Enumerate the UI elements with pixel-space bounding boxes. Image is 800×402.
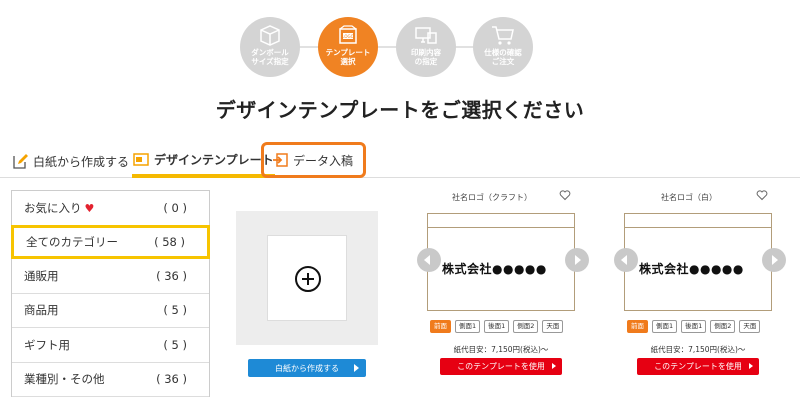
category-mail-order[interactable]: 通販用 ( 36 ) (12, 259, 209, 294)
face-chip[interactable]: 天面 (739, 320, 761, 333)
heart-outline-icon[interactable] (559, 189, 571, 201)
category-label: 通販用 (24, 268, 59, 283)
category-count: ( 5 ) (163, 303, 187, 318)
prev-arrow-icon[interactable] (614, 248, 638, 272)
category-all[interactable]: 全てのカテゴリー ( 58 ) (11, 224, 210, 259)
face-chip[interactable]: 前面 (430, 320, 451, 333)
envelope-preview[interactable]: 株式会社●●●●● (427, 213, 575, 311)
face-chip[interactable]: 側面2 (710, 320, 736, 333)
template-card: 社名ロゴ（白） 株式会社●●●●● 前面 側面1 後面1 側面2 天面 紙代目安… (614, 186, 800, 386)
create-from-blank-button[interactable]: 白紙から作成する (248, 359, 366, 377)
new-blank-card[interactable] (236, 211, 378, 345)
arrow-right-icon (749, 363, 753, 369)
step-label: 印刷内容 の指定 (411, 48, 441, 66)
heart-icon: ♥ (84, 201, 95, 215)
use-template-label: このテンプレートを使用 (654, 362, 742, 371)
box-icon (260, 25, 280, 46)
face-chip[interactable]: 前面 (627, 320, 648, 333)
step-label: テンプレート 選択 (325, 48, 371, 66)
category-gift[interactable]: ギフト用 ( 5 ) (12, 328, 209, 363)
step-template: LOGO テンプレート 選択 (318, 17, 378, 77)
computer-icon (415, 27, 437, 44)
template-name: 社名ロゴ（クラフト） (452, 193, 532, 202)
use-template-label: このテンプレートを使用 (457, 362, 545, 371)
upload-icon (273, 153, 288, 167)
category-industry-other[interactable]: 業種別・その他 ( 36 ) (12, 363, 209, 397)
face-chip[interactable]: 天面 (542, 320, 564, 333)
category-count: ( 0 ) (163, 200, 187, 215)
step-label: ダンボール サイズ指定 (251, 48, 289, 66)
face-selector: 前面 側面1 後面1 側面2 天面 (430, 320, 564, 333)
use-template-button[interactable]: このテンプレートを使用 (440, 358, 562, 375)
category-label: 商品用 (24, 303, 59, 318)
face-chip[interactable]: 側面1 (652, 320, 678, 333)
arrow-right-icon (354, 364, 359, 372)
create-from-blank-label: 白紙から作成する (275, 363, 339, 373)
step-box-size: ダンボール サイズ指定 (240, 17, 300, 77)
pencil-icon (13, 154, 28, 169)
tab-blank-label: 白紙から作成する (33, 154, 130, 169)
next-arrow-icon[interactable] (762, 248, 786, 272)
envelope-preview[interactable]: 株式会社●●●●● (624, 213, 772, 311)
cart-icon (492, 26, 514, 45)
price-estimate: 紙代目安：7,150円(税込)～ (453, 345, 549, 354)
tab-design-template[interactable]: デザインテンプレート (132, 144, 275, 178)
category-label: 全てのカテゴリー (26, 234, 118, 249)
template-name: 社名ロゴ（白） (661, 193, 717, 202)
template-card: 社名ロゴ（クラフト） 株式会社●●●●● 前面 側面1 後面1 側面2 天面 紙… (417, 186, 612, 386)
face-chip[interactable]: 側面2 (513, 320, 539, 333)
category-label: お気に入り (24, 200, 82, 215)
category-count: ( 36 ) (156, 268, 187, 283)
heart-outline-icon[interactable] (756, 189, 768, 201)
category-product[interactable]: 商品用 ( 5 ) (12, 294, 209, 328)
category-count: ( 58 ) (154, 234, 185, 249)
use-template-button[interactable]: このテンプレートを使用 (637, 358, 759, 375)
tab-design-label: デザインテンプレート (154, 152, 274, 167)
envelope-flap (428, 214, 574, 228)
prev-arrow-icon[interactable] (417, 248, 441, 272)
page-title: デザインテンプレートをご選択ください (215, 98, 585, 122)
next-arrow-icon[interactable] (565, 248, 589, 272)
plus-circle-icon (295, 266, 321, 292)
face-chip[interactable]: 後面1 (484, 320, 510, 333)
logo-template-icon: LOGO (339, 25, 357, 44)
category-favorites[interactable]: お気に入り ♥ ( 0 ) (12, 191, 209, 226)
step-print-content: 印刷内容 の指定 (396, 17, 456, 77)
category-count: ( 36 ) (156, 372, 187, 387)
tab-blank[interactable]: 白紙から作成する (12, 144, 129, 178)
progress-steps: ダンボール サイズ指定 LOGO テンプレート 選択 印刷内容 の指定 仕様の確… (0, 0, 800, 90)
category-count: ( 5 ) (163, 337, 187, 352)
price-estimate: 紙代目安：7,150円(税込)～ (650, 345, 746, 354)
category-sidebar: お気に入り ♥ ( 0 ) 全てのカテゴリー ( 58 ) 通販用 ( 36 ) … (11, 190, 210, 397)
step-label: 仕様の確認 ご注文 (484, 48, 522, 66)
tab-bar: 白紙から作成する デザインテンプレート データ入稿 (0, 142, 800, 178)
face-chip[interactable]: 側面1 (455, 320, 481, 333)
category-label: 業種別・その他 (24, 372, 105, 387)
svg-text:LOGO: LOGO (342, 34, 353, 39)
face-chip[interactable]: 後面1 (681, 320, 707, 333)
step-confirm-order: 仕様の確認 ご注文 (473, 17, 533, 77)
face-selector: 前面 側面1 後面1 側面2 天面 (627, 320, 761, 333)
arrow-right-icon (552, 363, 556, 369)
blank-sheet (267, 235, 347, 321)
tab-upload-label: データ入稿 (293, 153, 354, 168)
envelope-flap (625, 214, 771, 228)
company-name-preview: 株式会社●●●●● (442, 262, 547, 276)
company-name-preview: 株式会社●●●●● (639, 262, 744, 276)
tab-data-upload[interactable]: データ入稿 (261, 142, 367, 178)
category-label: ギフト用 (24, 337, 70, 352)
template-icon (133, 153, 149, 166)
